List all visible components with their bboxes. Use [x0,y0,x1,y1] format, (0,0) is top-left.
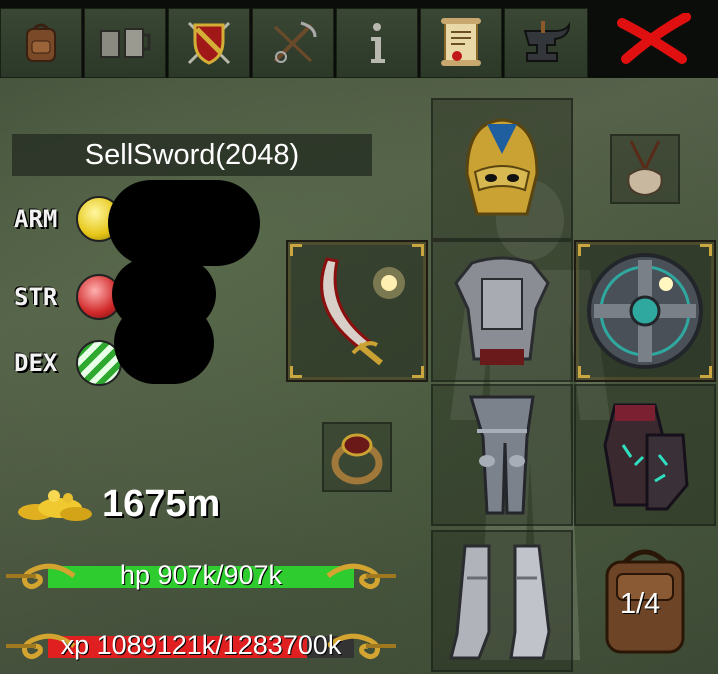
close-button[interactable] [590,0,718,78]
mugs-icon [100,28,151,58]
tab-guild[interactable] [168,8,250,78]
stat-label-str: STR [14,283,58,311]
gold-coins-icon [18,490,92,521]
crossed-tools-icon [273,21,317,63]
gauntlets-icon [603,403,689,511]
tab-quests[interactable] [420,8,502,78]
leg-armor-icon [468,395,535,515]
stat-arm: ARM [14,194,122,244]
slot-armor[interactable] [431,240,573,382]
gold-display: 1675m [14,476,220,532]
player-name: SellSword(2048) [12,134,372,176]
stat-dex: DEX [14,338,122,388]
xp-bar: xp 1089121k/1283700k [6,624,396,668]
slot-offhand[interactable] [574,240,716,382]
stat-label-arm: ARM [14,205,58,233]
xp-text: xp 1089121k/1283700k [60,630,342,660]
slot-boots[interactable] [431,530,573,672]
amulet-icon [627,140,663,197]
ring-icon [331,433,383,485]
hp-bar: hp 907k/907k [6,554,396,598]
golden-helmet-icon [465,118,539,216]
stat-str: STR [14,272,122,322]
backpack-icon [26,23,56,62]
tab-info[interactable] [336,8,418,78]
shield-crest-icon [187,21,231,65]
slot-ring[interactable] [322,422,392,492]
stat-label-dex: DEX [14,349,58,377]
hp-text: hp 907k/907k [119,560,283,590]
redaction [114,302,214,384]
bag-count: 1/4 [620,588,661,620]
round-shield-icon [587,253,703,369]
scroll-icon [441,18,481,66]
slot-amulet[interactable] [610,134,680,204]
tab-skills[interactable] [252,8,334,78]
info-icon [371,23,385,63]
slot-weapon[interactable] [286,240,428,382]
anvil-icon [523,21,571,62]
gold-amount: 1675m [102,482,221,525]
plate-armor-icon [454,256,550,365]
tab-bar [0,0,718,78]
redaction [108,180,260,266]
tab-forge[interactable] [504,8,588,78]
close-x-icon [617,13,691,64]
tab-tavern[interactable] [84,8,166,78]
boots-icon [449,544,551,660]
slot-legs[interactable] [431,384,573,526]
tab-inventory[interactable] [0,8,82,78]
curved-sword-icon [320,257,405,366]
slot-helmet[interactable] [431,98,573,240]
slot-gloves[interactable] [574,384,716,526]
